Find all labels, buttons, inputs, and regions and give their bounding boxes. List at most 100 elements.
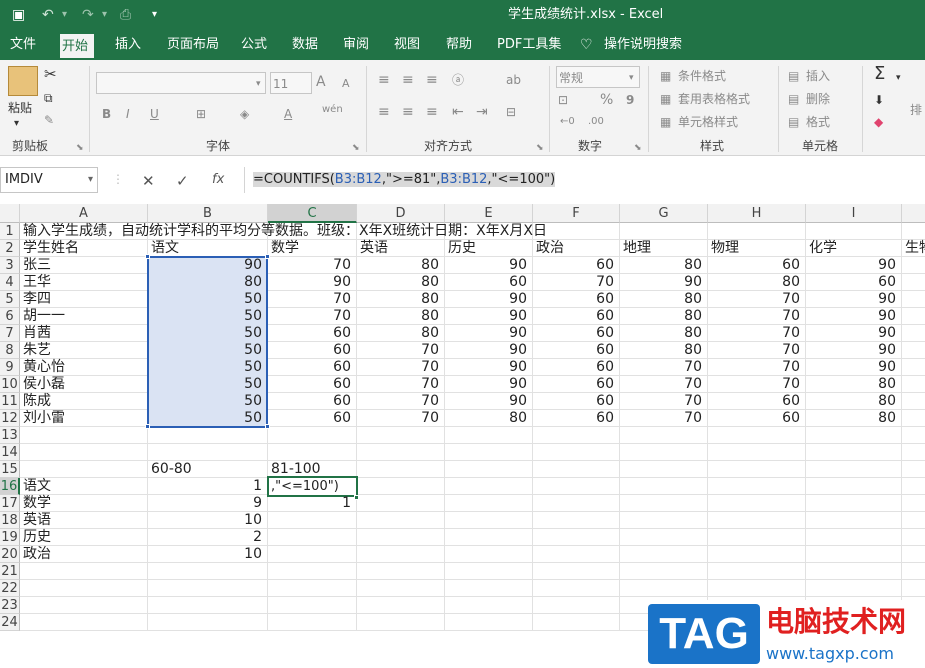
grid-cell[interactable]	[268, 512, 357, 529]
redo-icon[interactable]: ↷	[82, 6, 94, 24]
score-cell[interactable]: 70	[533, 274, 620, 291]
grid-cell[interactable]	[357, 478, 445, 495]
stat-count-cell[interactable]: 9	[148, 495, 268, 512]
grid-cell[interactable]	[148, 444, 268, 461]
accounting-format-icon[interactable]: ⊡	[558, 92, 568, 108]
grid-cell[interactable]	[533, 580, 620, 597]
grid-cell[interactable]	[806, 495, 902, 512]
grid-cell[interactable]	[708, 427, 806, 444]
grid-cell[interactable]	[620, 223, 708, 240]
score-cell[interactable]: 60	[533, 376, 620, 393]
subject-header-cell[interactable]: 语文	[148, 240, 268, 257]
alignment-dialog-launcher-icon[interactable]: ⬊	[536, 140, 544, 156]
grid-cell[interactable]	[148, 580, 268, 597]
row-header[interactable]: 10	[0, 376, 20, 393]
tab-formulas[interactable]: 公式	[235, 35, 273, 55]
subject-header-cell[interactable]: 物理	[708, 240, 806, 257]
insert-function-icon[interactable]: fx	[212, 172, 224, 187]
orientation-icon[interactable]: ⓐ	[452, 72, 464, 88]
column-header-b[interactable]: B	[148, 204, 268, 223]
tab-view[interactable]: 视图	[388, 35, 426, 55]
subject-header-cell[interactable]: 政治	[533, 240, 620, 257]
autosum-icon[interactable]: Σ	[874, 65, 885, 83]
row-header[interactable]: 22	[0, 580, 20, 597]
grid-cell[interactable]	[902, 512, 925, 529]
italic-button[interactable]: I	[126, 106, 130, 122]
score-cell[interactable]: 60	[708, 410, 806, 427]
grid-cell[interactable]	[533, 512, 620, 529]
score-cell[interactable]: 80	[806, 376, 902, 393]
column-header-e[interactable]: E	[445, 204, 533, 223]
grid-cell[interactable]	[708, 580, 806, 597]
score-cell[interactable]: 70	[357, 342, 445, 359]
score-cell[interactable]: 70	[357, 393, 445, 410]
grid-cell[interactable]	[902, 376, 925, 393]
student-name-cell[interactable]: 王华	[20, 274, 148, 291]
score-cell[interactable]: 60	[533, 393, 620, 410]
score-cell[interactable]: 70	[268, 257, 357, 274]
score-cell[interactable]: 70	[268, 291, 357, 308]
score-cell[interactable]: 90	[445, 257, 533, 274]
column-header-i[interactable]: I	[806, 204, 902, 223]
grid-cell[interactable]	[533, 461, 620, 478]
score-cell[interactable]: 60	[268, 393, 357, 410]
score-cell[interactable]: 80	[620, 308, 708, 325]
score-cell[interactable]: 80	[357, 291, 445, 308]
stat-count-cell[interactable]: 10	[148, 546, 268, 563]
grid-cell[interactable]	[620, 529, 708, 546]
range-resize-handle[interactable]	[265, 424, 270, 429]
row-header[interactable]: 1	[0, 223, 20, 240]
grid-cell[interactable]	[806, 223, 902, 240]
grid-cell[interactable]	[708, 223, 806, 240]
tab-file[interactable]: 文件	[4, 35, 42, 55]
merge-center-icon[interactable]: ⊟	[506, 104, 516, 120]
grid-cell[interactable]	[902, 580, 925, 597]
grid-cell[interactable]	[902, 529, 925, 546]
row-header[interactable]: 20	[0, 546, 20, 563]
grid-cell[interactable]	[533, 614, 620, 631]
grid-cell[interactable]	[148, 427, 268, 444]
grid-cell[interactable]	[445, 461, 533, 478]
align-left-icon[interactable]: ≡	[378, 104, 390, 120]
stat-count-cell[interactable]: 2	[148, 529, 268, 546]
grid-cell[interactable]	[620, 546, 708, 563]
grid-cell[interactable]	[533, 427, 620, 444]
grid-cell[interactable]	[445, 444, 533, 461]
grid-cell[interactable]	[445, 580, 533, 597]
range-resize-handle[interactable]	[265, 254, 270, 259]
tab-home[interactable]: 开始	[58, 32, 97, 60]
row-header[interactable]: 4	[0, 274, 20, 291]
score-cell[interactable]: 80	[357, 257, 445, 274]
score-cell[interactable]: 70	[357, 376, 445, 393]
delete-cells-button[interactable]: 删除	[806, 91, 830, 107]
grid-cell[interactable]	[357, 597, 445, 614]
shrink-font-icon[interactable]: A	[342, 76, 350, 92]
score-cell[interactable]: 80	[357, 325, 445, 342]
row-header[interactable]: 3	[0, 257, 20, 274]
score-cell[interactable]: 90	[806, 291, 902, 308]
grid-cell[interactable]	[357, 444, 445, 461]
student-name-cell[interactable]: 张三	[20, 257, 148, 274]
wrap-text-icon[interactable]: ab	[506, 72, 521, 88]
font-dialog-launcher-icon[interactable]: ⬊	[352, 140, 360, 156]
active-cell-editor[interactable]: ,"<=100")	[267, 476, 358, 497]
grid-cell[interactable]	[902, 393, 925, 410]
score-cell[interactable]: 60	[708, 393, 806, 410]
grow-font-icon[interactable]: A	[316, 74, 326, 90]
score-cell[interactable]: 60	[806, 274, 902, 291]
increase-indent-icon[interactable]: ⇥	[476, 104, 488, 120]
grid-cell[interactable]	[902, 257, 925, 274]
grid-cell[interactable]	[620, 478, 708, 495]
format-cells-icon[interactable]: ▤	[788, 114, 799, 130]
row-header[interactable]: 12	[0, 410, 20, 427]
stat-subject-cell[interactable]: 数学	[20, 495, 148, 512]
tab-page-layout[interactable]: 页面布局	[161, 35, 225, 55]
score-cell[interactable]: 90	[806, 359, 902, 376]
score-cell[interactable]: 60	[268, 325, 357, 342]
phonetic-icon[interactable]: wén	[322, 102, 343, 118]
grid-cell[interactable]	[20, 597, 148, 614]
grid-cell[interactable]	[708, 444, 806, 461]
score-cell[interactable]: 50	[148, 410, 268, 427]
student-name-cell[interactable]: 刘小雷	[20, 410, 148, 427]
grid-cell[interactable]	[20, 427, 148, 444]
